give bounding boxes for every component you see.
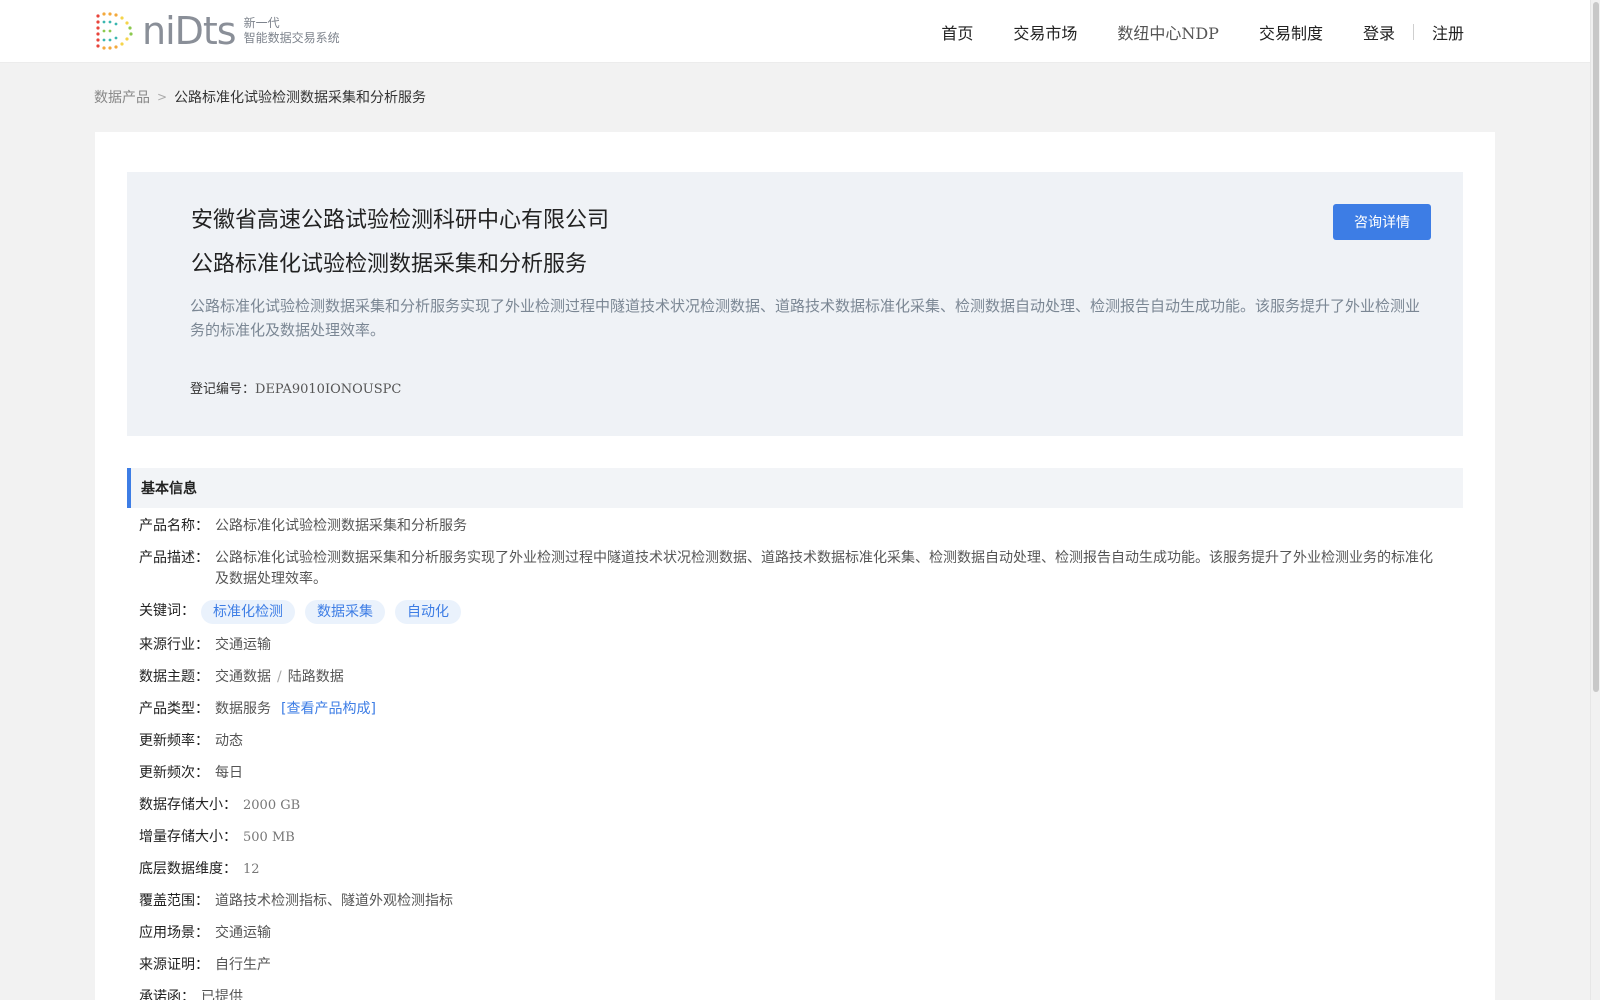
nav-home[interactable]: 首页 — [941, 20, 973, 44]
info-row-storage: 数据存储大小： 2000 GB — [139, 795, 1439, 816]
product-summary: 公路标准化试验检测数据采集和分析服务实现了外业检测过程中隧道技术状况检测数据、道… — [190, 297, 1421, 339]
info-label: 来源行业： — [139, 637, 209, 653]
info-row-industry: 来源行业： 交通运输 — [139, 635, 1439, 656]
info-row-frequency: 更新频率： 动态 — [139, 731, 1439, 752]
info-row-increment: 增量存储大小： 500 MB — [139, 827, 1439, 848]
info-value: 公路标准化试验检测数据采集和分析服务实现了外业检测过程中隧道技术状况检测数据、道… — [215, 550, 1433, 587]
info-row-name: 产品名称： 公路标准化试验检测数据采集和分析服务 — [139, 516, 1439, 537]
nav-market[interactable]: 交易市场 — [1013, 20, 1077, 44]
type-value: 数据服务 — [215, 701, 271, 717]
info-label: 底层数据维度： — [139, 861, 237, 877]
nav-rules[interactable]: 交易制度 — [1259, 20, 1323, 44]
info-value: 交通运输 — [215, 925, 271, 941]
info-label: 更新频次： — [139, 765, 209, 781]
info-label: 来源证明： — [139, 957, 209, 973]
info-value: 500 MB — [243, 830, 295, 845]
info-row-scene: 应用场景： 交通运输 — [139, 923, 1439, 944]
breadcrumb-root[interactable]: 数据产品 — [94, 87, 150, 107]
product-title: 公路标准化试验检测数据采集和分析服务 — [191, 252, 588, 277]
company-name: 安徽省高速公路试验检测科研中心有限公司 — [191, 208, 610, 233]
logo[interactable]: niDts 新一代 智能数据交易系统 — [94, 10, 340, 52]
register-link[interactable]: 注册 — [1432, 20, 1464, 44]
info-row-theme: 数据主题： 交通数据 / 陆路数据 — [139, 667, 1439, 688]
basic-info-list: 产品名称： 公路标准化试验检测数据采集和分析服务 产品描述： 公路标准化试验检测… — [139, 516, 1439, 1000]
auth-divider — [1412, 23, 1414, 40]
info-label: 增量存储大小： — [139, 829, 237, 845]
info-value: 自行生产 — [215, 957, 271, 973]
theme-primary: 交通数据 — [215, 669, 271, 685]
info-value: 动态 — [215, 733, 243, 749]
info-label: 产品类型： — [139, 701, 209, 717]
info-label: 关键词： — [139, 603, 195, 619]
info-value: 12 — [243, 862, 260, 877]
info-row-coverage: 覆盖范围： 道路技术检测指标、隧道外观检测指标 — [139, 891, 1439, 912]
info-row-description: 产品描述： 公路标准化试验检测数据采集和分析服务实现了外业检测过程中隧道技术状况… — [139, 548, 1439, 590]
keyword-tag[interactable]: 标准化检测 — [201, 600, 295, 624]
page-scrollbar[interactable] — [1590, 0, 1600, 1000]
info-label: 应用场景： — [139, 925, 209, 941]
main-nav: 首页 交易市场 数纽中心NDP 交易制度 登录 注册 — [901, 0, 1464, 63]
logo-wordmark: niDts — [142, 9, 237, 53]
theme-secondary: 陆路数据 — [287, 669, 344, 685]
registration-number: 登记编号：DEPA9010IONOUSPC — [190, 378, 401, 397]
info-row-proof: 来源证明： 自行生产 — [139, 955, 1439, 976]
info-value: 2000 GB — [243, 798, 301, 813]
section-basic-info: 基本信息 — [127, 468, 1463, 508]
info-row-dimension: 底层数据维度： 12 — [139, 859, 1439, 880]
info-label: 承诺函： — [139, 989, 195, 1000]
info-row-times: 更新频次： 每日 — [139, 763, 1439, 784]
info-value: 每日 — [215, 765, 243, 781]
consult-button[interactable]: 咨询详情 — [1333, 204, 1431, 240]
logo-sub-line2: 智能数据交易系统 — [243, 31, 340, 45]
registration-value: DEPA9010IONOUSPC — [255, 382, 402, 397]
view-composition-link[interactable]: [查看产品构成] — [281, 701, 376, 717]
info-value: 交通运输 — [215, 637, 271, 653]
info-value: 数据服务 [查看产品构成] — [215, 699, 376, 720]
nav-ndp[interactable]: 数纽中心NDP — [1117, 20, 1219, 44]
info-row-keywords: 关键词： 标准化检测 数据采集 自动化 — [139, 600, 1439, 624]
info-label: 更新频率： — [139, 733, 209, 749]
info-value: 道路技术检测指标、隧道外观检测指标 — [215, 893, 453, 909]
theme-separator: / — [277, 669, 282, 685]
chevron-right-icon: > — [157, 90, 168, 104]
info-label: 覆盖范围： — [139, 893, 209, 909]
registration-label: 登记编号： — [190, 382, 256, 397]
logo-dots-icon — [96, 12, 133, 50]
info-value: 已提供 — [201, 989, 243, 1000]
breadcrumb-current: 公路标准化试验检测数据采集和分析服务 — [174, 90, 427, 106]
breadcrumb: 数据产品 > 公路标准化试验检测数据采集和分析服务 — [94, 86, 426, 108]
info-row-promise: 承诺函： 已提供 — [139, 987, 1439, 1000]
info-label: 产品名称： — [139, 518, 209, 534]
keyword-tags: 标准化检测 数据采集 自动化 — [201, 600, 471, 624]
info-value: 交通数据 / 陆路数据 — [215, 667, 344, 688]
info-label: 产品描述： — [139, 550, 209, 566]
login-link[interactable]: 登录 — [1363, 20, 1395, 44]
keyword-tag[interactable]: 数据采集 — [305, 600, 385, 624]
scrollbar-thumb[interactable] — [1593, 2, 1599, 692]
info-label: 数据主题： — [139, 669, 209, 685]
info-row-type: 产品类型： 数据服务 [查看产品构成] — [139, 699, 1439, 720]
product-hero: 安徽省高速公路试验检测科研中心有限公司 公路标准化试验检测数据采集和分析服务 公… — [127, 172, 1463, 436]
product-card: 安徽省高速公路试验检测科研中心有限公司 公路标准化试验检测数据采集和分析服务 公… — [95, 132, 1495, 1000]
top-header: niDts 新一代 智能数据交易系统 首页 交易市场 数纽中心NDP 交易制度 … — [0, 0, 1590, 63]
logo-subtitle: 新一代 智能数据交易系统 — [244, 16, 340, 46]
keyword-tag[interactable]: 自动化 — [395, 600, 461, 624]
logo-sub-line1: 新一代 — [243, 16, 280, 30]
info-label: 数据存储大小： — [139, 797, 237, 813]
auth-links: 登录 注册 — [1363, 20, 1464, 44]
info-value: 公路标准化试验检测数据采集和分析服务 — [215, 518, 467, 534]
